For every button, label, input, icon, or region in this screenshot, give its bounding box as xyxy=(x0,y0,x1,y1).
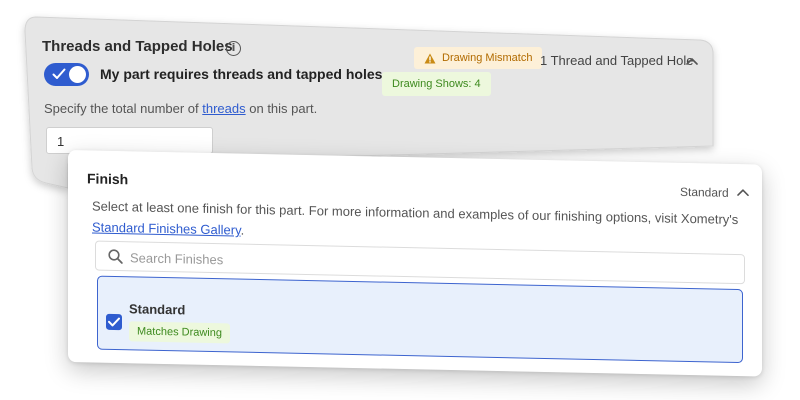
chevron-up-icon[interactable] xyxy=(737,188,749,197)
threads-summary: 1 Thread and Tapped Hole xyxy=(540,53,694,68)
warning-icon xyxy=(424,53,436,63)
finish-title: Finish xyxy=(87,170,129,188)
finish-option-standard[interactable]: Standard Matches Drawing xyxy=(97,275,743,364)
mismatch-badge-text: Drawing Mismatch xyxy=(442,52,533,64)
specify-prefix: Specify the total number of xyxy=(44,101,203,116)
finish-option-label: Standard xyxy=(129,301,186,318)
thread-quantity-input[interactable]: 1 xyxy=(46,127,213,154)
drawing-shows-badge: Drawing Shows: 4 xyxy=(382,72,491,96)
finish-summary: Standard xyxy=(680,184,729,200)
check-icon xyxy=(52,68,66,79)
search-icon xyxy=(108,249,123,264)
drawing-mismatch-badge: Drawing Mismatch xyxy=(414,47,543,69)
toggle-label: My part requires threads and tapped hole… xyxy=(100,66,383,82)
matches-drawing-badge: Matches Drawing xyxy=(129,321,230,344)
finish-description-suffix: . xyxy=(240,222,245,238)
standard-checkbox[interactable] xyxy=(106,313,122,331)
toggle-knob xyxy=(69,66,86,83)
chevron-up-icon[interactable] xyxy=(686,57,698,65)
specify-suffix: on this part. xyxy=(245,101,318,116)
check-icon xyxy=(108,317,120,327)
search-input[interactable] xyxy=(128,245,732,282)
threads-toggle[interactable] xyxy=(44,63,89,86)
standard-finishes-gallery-link[interactable]: Standard Finishes Gallery xyxy=(92,220,241,238)
threads-title: Threads and Tapped Holes xyxy=(42,38,233,55)
threads-link[interactable]: threads xyxy=(202,101,245,116)
finish-card: Finish Standard Select at least one fini… xyxy=(68,150,762,377)
specify-text: Specify the total number of threads on t… xyxy=(44,101,317,116)
info-icon[interactable]: i xyxy=(226,41,241,56)
